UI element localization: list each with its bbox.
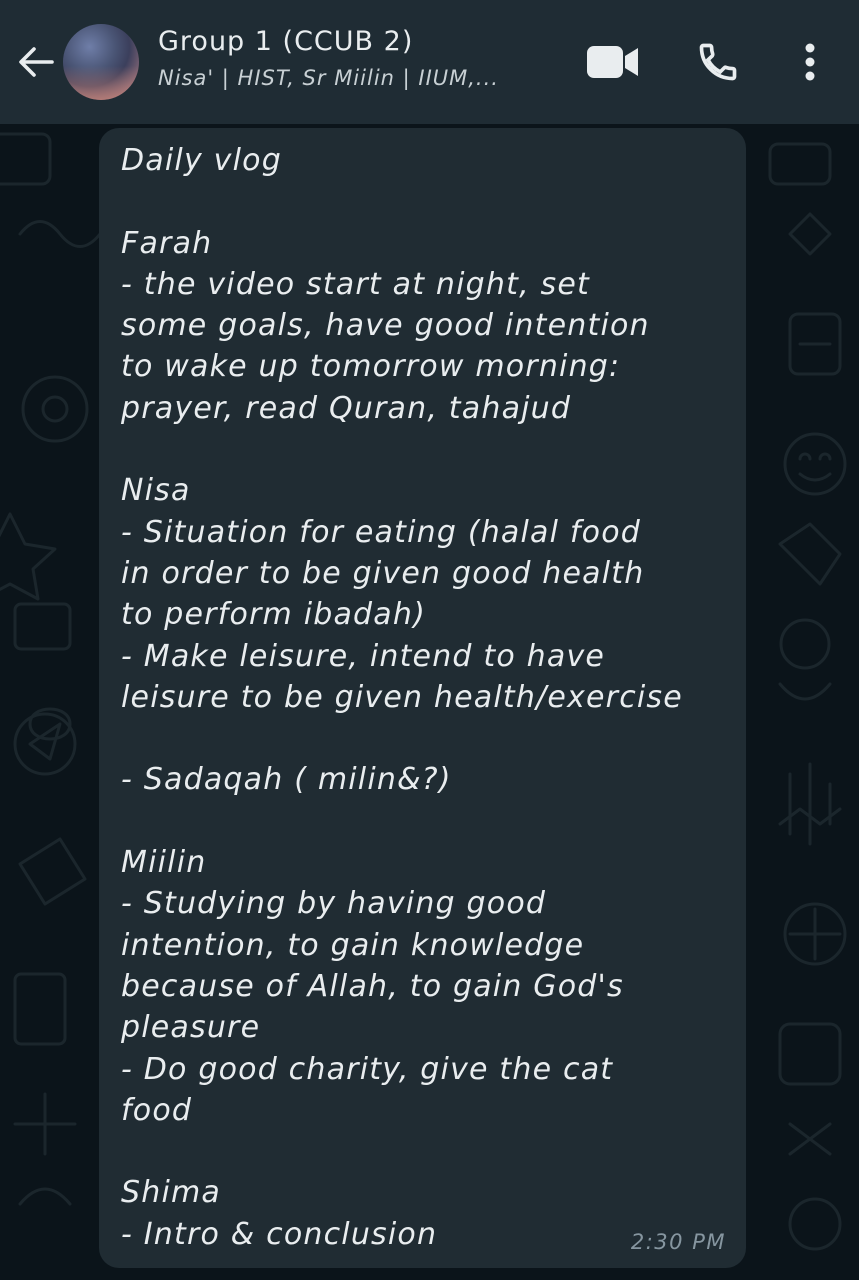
message-bubble[interactable]: Daily vlog Farah - the video start at ni… — [99, 128, 746, 1268]
arrow-left-icon — [19, 47, 54, 77]
message-line — [121, 801, 726, 842]
back-button[interactable] — [14, 40, 58, 84]
message-line: Shima — [121, 1175, 221, 1211]
message-line: - Situation for eating (halal food — [121, 514, 642, 550]
message-line: Farah — [121, 225, 213, 261]
message-line: leisure to be given health/exercise — [121, 679, 683, 715]
message-line: to wake up tomorrow morning: — [121, 349, 621, 385]
group-title[interactable]: Group 1 (CCUB 2) — [158, 26, 413, 57]
message-line: intention, to gain knowledge — [121, 927, 585, 963]
message-line: - Make leisure, intend to have — [121, 638, 606, 674]
phone-icon — [699, 43, 737, 81]
message-line — [121, 429, 726, 470]
message-line: some goals, have good intention — [121, 308, 650, 344]
message-line: because of Allah, to gain God's — [121, 968, 624, 1004]
message-line: to perform ibadah) — [121, 597, 427, 633]
message-line — [121, 181, 726, 222]
chat-area[interactable]: Daily vlog Farah - the video start at ni… — [0, 124, 859, 1280]
message-line: - Do good charity, give the cat — [121, 1051, 614, 1087]
group-members[interactable]: Nisa' | HIST, Sr Miilin | IIUM,... — [158, 66, 558, 90]
group-avatar[interactable] — [63, 24, 139, 100]
message-line — [121, 1131, 726, 1172]
video-camera-icon — [587, 46, 638, 78]
message-line: prayer, read Quran, tahajud — [121, 390, 572, 426]
video-call-button[interactable] — [585, 34, 641, 90]
message-line — [121, 718, 726, 759]
message-line: pleasure — [121, 1010, 261, 1046]
message-line: Daily vlog — [121, 143, 282, 178]
message-line: food — [121, 1092, 193, 1128]
menu-button[interactable] — [782, 34, 838, 90]
message-line: Miilin — [121, 845, 207, 881]
chat-header: Group 1 (CCUB 2) Nisa' | HIST, Sr Miilin… — [0, 0, 859, 124]
message-line: - Studying by having good — [121, 886, 547, 922]
message-line: in order to be given good health — [121, 555, 645, 591]
message-line: - Sadaqah ( milin&?) — [121, 762, 452, 798]
message-line: - the video start at night, set — [121, 266, 590, 302]
voice-call-button[interactable] — [690, 34, 746, 90]
more-vertical-icon — [805, 43, 815, 81]
message-timestamp: 2:30 PM — [630, 1230, 726, 1254]
message-line: Nisa — [121, 473, 191, 509]
message-text: Daily vlog Farah - the video start at ni… — [121, 140, 726, 1255]
